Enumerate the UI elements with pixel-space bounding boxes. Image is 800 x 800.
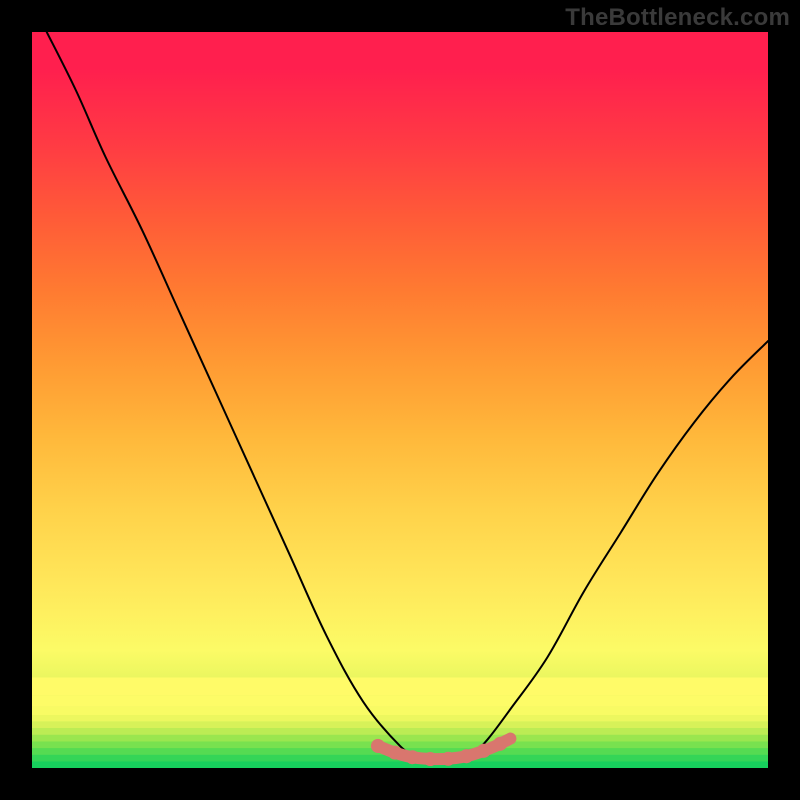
bottom-stratum [32,722,768,729]
bottom-stratum [32,696,768,707]
bottom-stratum [32,735,768,742]
chart-background [32,32,768,768]
bottom-stratum [32,715,768,722]
chart-svg [32,32,768,768]
watermark-text: TheBottleneck.com [565,4,790,32]
bottom-stratum [32,761,768,768]
chart-container: TheBottleneck.com [0,0,800,800]
bottom-stratum [32,728,768,735]
bottom-stratum [32,707,768,715]
bottom-stratum [32,677,768,695]
plot-area [32,32,768,768]
